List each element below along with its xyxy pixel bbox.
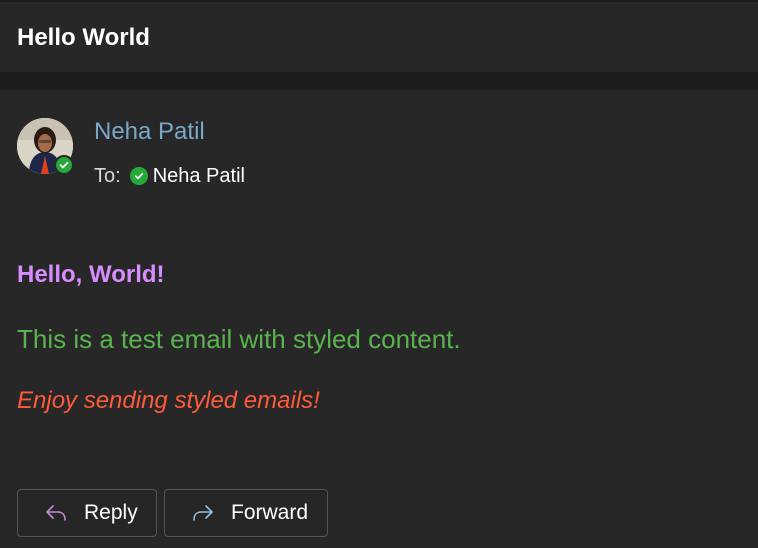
forward-label: Forward: [231, 501, 309, 524]
email-greeting: Hello, World!: [17, 261, 165, 288]
sender-name[interactable]: Neha Patil: [94, 118, 205, 146]
message-pane: [0, 90, 758, 548]
recipient-row: To: Neha Patil: [94, 164, 245, 188]
reply-label: Reply: [84, 501, 138, 524]
presence-available-badge: [54, 155, 74, 175]
subject-bar: Hello World: [0, 2, 758, 72]
reply-arrow-icon: [42, 499, 70, 527]
recipient-presence-icon: [129, 167, 148, 185]
available-check-icon: [59, 161, 69, 169]
email-closing: Enjoy sending styled emails!: [17, 387, 320, 414]
forward-button[interactable]: Forward: [164, 489, 328, 537]
header-divider: [0, 72, 758, 90]
email-body-text: This is a test email with styled content…: [17, 324, 461, 354]
email-subject: Hello World: [17, 24, 150, 51]
recipient-name[interactable]: Neha Patil: [153, 165, 245, 188]
forward-arrow-icon: [189, 499, 217, 527]
to-label: To:: [94, 164, 121, 187]
reply-button[interactable]: Reply: [17, 489, 157, 537]
